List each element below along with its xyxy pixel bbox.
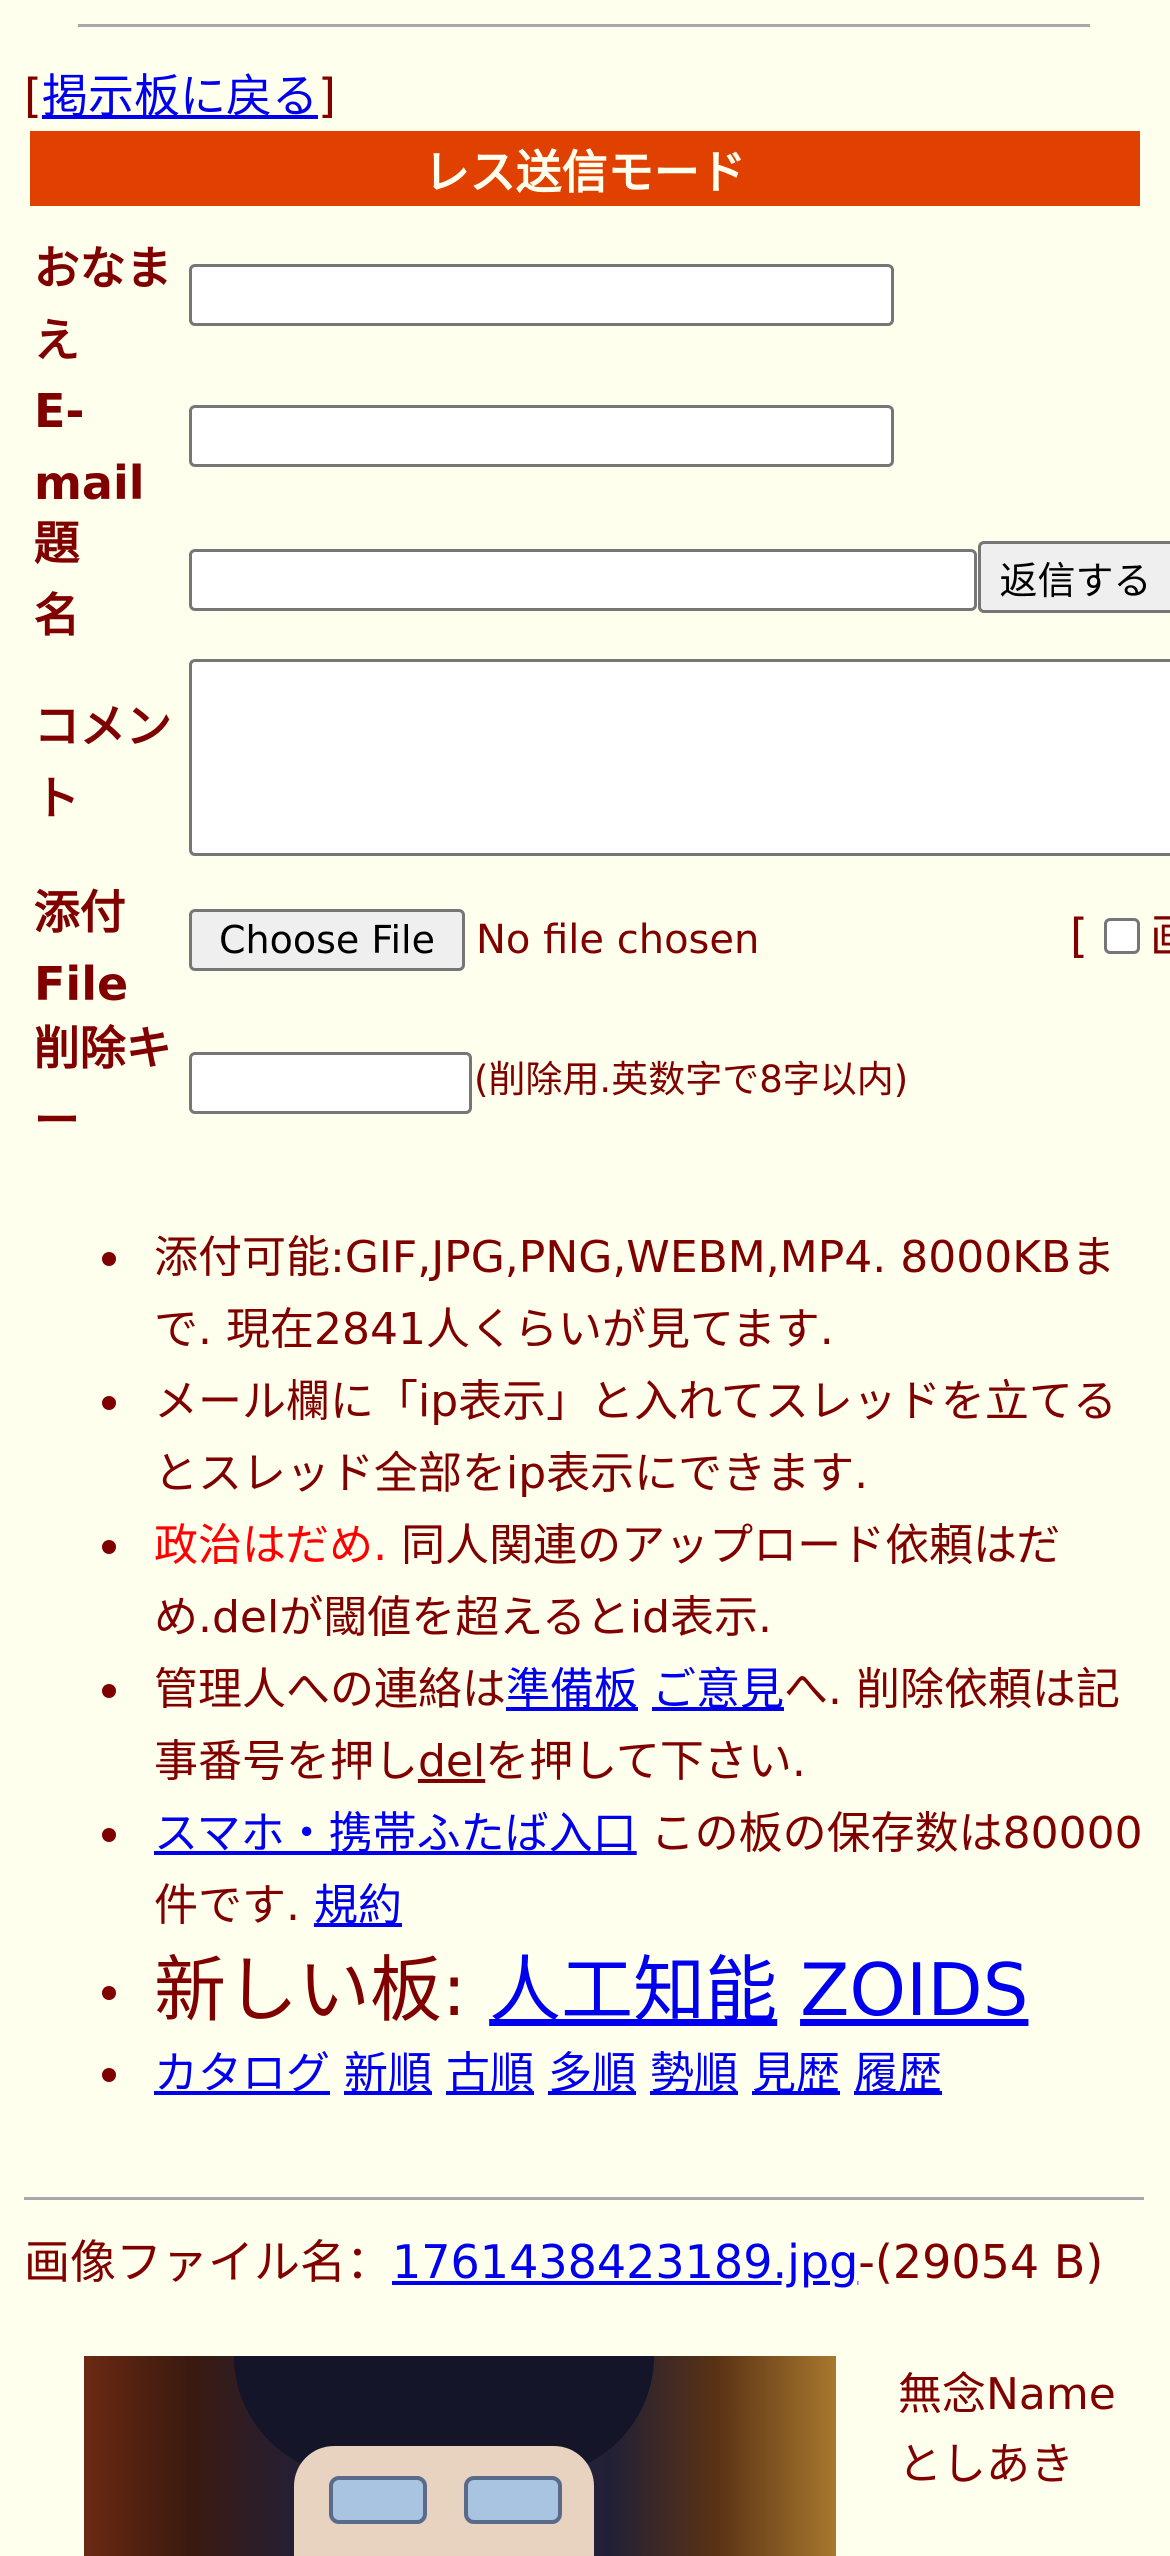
new-boards-text: 新しい板: <box>154 1948 490 2032</box>
email-label: E- mail <box>34 375 145 519</box>
reply-mode-banner: レス送信モード <box>30 131 1140 206</box>
note-contact: 管理人への連絡は準備板 ご意見へ. 削除依頼は記事番号を押しdelを押して下さい… <box>0 1654 1170 1798</box>
comment-textarea[interactable] <box>189 659 1170 856</box>
reply-submit-button[interactable]: 返信する <box>978 541 1170 613</box>
file-label-line1: 添付 <box>34 885 126 939</box>
name-label-line2: え <box>34 313 80 367</box>
sort-momentum-link[interactable]: 勢順 <box>650 2048 738 2099</box>
text-only-checkbox-label: 画 <box>1150 906 1170 966</box>
sort-old-link[interactable]: 古順 <box>446 2048 534 2099</box>
comment-label-line1: コメン <box>34 699 172 753</box>
note-attachments: 添付可能:GIF,JPG,PNG,WEBM,MP4. 8000KBまで. 現在2… <box>0 1222 1170 1366</box>
image-file-link[interactable]: 1761438423189.jpg <box>392 2235 858 2289</box>
comment-label: コメン ト <box>34 690 172 834</box>
ai-board-link[interactable]: 人工知能 <box>489 1948 777 2032</box>
sort-new-link[interactable]: 新順 <box>344 2048 432 2099</box>
post-thumbnail-image[interactable] <box>84 2356 836 2556</box>
thumbnail-glasses-right <box>464 2476 562 2524</box>
board-notes-list: 添付可能:GIF,JPG,PNG,WEBM,MP4. 8000KBまで. 現在2… <box>0 1222 1170 2110</box>
delete-key-label-line1: 削除キ <box>34 1021 172 1075</box>
file-size: -(29054 B) <box>858 2235 1104 2289</box>
bracket-close: ] <box>317 69 336 123</box>
note-rules: 政治はだめ. 同人関連のアップロード依頼はだめ.delが閾値を超えるとid表示. <box>0 1510 1170 1654</box>
subject-label-line2: 名 <box>34 588 80 642</box>
post-history-link[interactable]: 履歴 <box>854 2048 942 2099</box>
note-navigation: カタログ 新順 古順 多順 勢順 見歴 履歴 <box>0 2038 1170 2110</box>
note-politics-warning: 政治はだめ. <box>154 1520 388 1571</box>
name-label-line1: おなま <box>34 241 172 295</box>
delete-key-input[interactable] <box>189 1052 472 1114</box>
back-to-board-link[interactable]: 掲示板に戻る <box>42 69 318 123</box>
no-file-chosen-text: No file chosen <box>476 917 760 963</box>
subject-input[interactable] <box>189 549 977 611</box>
mobile-entrance-link[interactable]: スマホ・携帯ふたば入口 <box>154 1808 637 1859</box>
subject-label: 題 名 <box>34 507 80 651</box>
choose-file-button[interactable]: Choose File <box>189 909 465 971</box>
post-author-line2: としあき <box>898 2439 1074 2490</box>
image-option-bracket: [ <box>1070 909 1088 963</box>
feedback-link[interactable]: ご意見 <box>652 1664 784 1715</box>
note-mobile: スマホ・携帯ふたば入口 この板の保存数は80000件です. 規約 <box>0 1798 1170 1942</box>
bracket-open: [ <box>24 69 42 123</box>
thread-divider <box>24 2197 1144 2200</box>
delete-key-label-line2: ー <box>34 1093 80 1147</box>
thumbnail-glasses-left <box>329 2476 427 2524</box>
delete-key-hint: (削除用.英数字で8字以内) <box>474 1058 909 1101</box>
terms-link[interactable]: 規約 <box>314 1880 402 1931</box>
file-name-prefix: 画像ファイル名： <box>24 2235 392 2289</box>
subject-label-line1: 題 <box>34 516 80 570</box>
email-input[interactable] <box>189 405 894 467</box>
back-link-wrapper: [掲示板に戻る] <box>24 60 336 126</box>
prep-board-link[interactable]: 準備板 <box>506 1664 638 1715</box>
image-file-info: 画像ファイル名：1761438423189.jpg-(29054 B) <box>24 2232 1144 2292</box>
email-label-line1: E- <box>34 384 85 438</box>
note-contact-text3: を押して下さい. <box>485 1736 806 1787</box>
note-contact-text1: 管理人への連絡は <box>154 1664 506 1715</box>
zoids-board-link[interactable]: ZOIDS <box>800 1948 1028 2032</box>
delete-key-label: 削除キ ー <box>34 1012 172 1156</box>
text-only-checkbox[interactable] <box>1104 918 1140 954</box>
note-ip-display: メール欄に「ip表示」と入れてスレッドを立てるとスレッド全部をip表示にできます… <box>0 1366 1170 1510</box>
sort-many-link[interactable]: 多順 <box>548 2048 636 2099</box>
view-history-link[interactable]: 見歴 <box>752 2048 840 2099</box>
name-input[interactable] <box>189 264 894 326</box>
catalog-link[interactable]: カタログ <box>154 2048 330 2099</box>
file-label: 添付 File <box>34 876 128 1020</box>
comment-label-line2: ト <box>34 771 80 825</box>
del-link[interactable]: del <box>418 1736 485 1787</box>
file-label-line2: File <box>34 957 129 1011</box>
post-author: 無念Name としあき <box>898 2360 1116 2500</box>
top-divider <box>78 24 1090 27</box>
post-author-line1: 無念Name <box>898 2369 1116 2420</box>
name-label: おなま え <box>34 232 172 376</box>
note-new-boards: 新しい板: 人工知能 ZOIDS <box>0 1942 1170 2038</box>
